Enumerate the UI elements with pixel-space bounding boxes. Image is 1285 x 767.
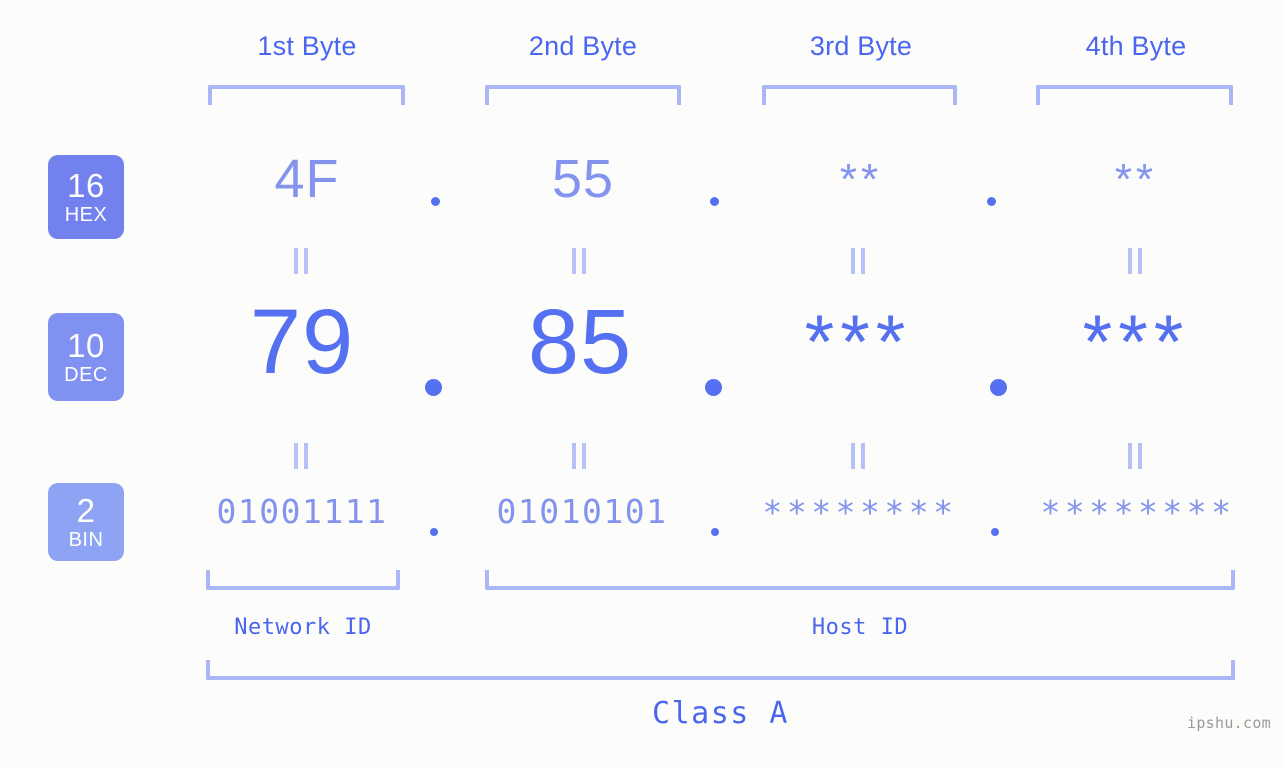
equals-connector-hex-dec-2	[572, 248, 586, 274]
equals-connector-dec-bin-3	[851, 443, 865, 469]
network-id-label: Network ID	[234, 615, 372, 640]
hex-dot-separator-1	[431, 197, 440, 206]
dec-dot-separator-2	[705, 379, 722, 396]
radix-badge-hex-label: HEX	[64, 204, 108, 226]
bin-byte-2: 01010101	[496, 492, 668, 531]
hex-dot-separator-2	[710, 197, 719, 206]
byte-bracket-top-4	[1036, 85, 1233, 105]
radix-badge-bin: 2 BIN	[48, 483, 124, 561]
byte-header-4: 4th Byte	[1085, 31, 1187, 61]
site-watermark: ipshu.com	[1187, 714, 1271, 732]
hex-byte-3: **	[839, 155, 883, 204]
hex-byte-4: **	[1114, 155, 1158, 204]
dec-dot-separator-1	[425, 379, 442, 396]
host-id-label: Host ID	[811, 615, 909, 640]
bin-dot-separator-2	[711, 528, 719, 536]
class-label: Class A	[652, 696, 789, 731]
radix-badge-hex: 16 HEX	[48, 155, 124, 239]
class-bracket	[206, 660, 1235, 680]
radix-badge-hex-number: 16	[67, 167, 105, 204]
bin-byte-1: 01001111	[216, 492, 388, 531]
byte-header-1: 1st Byte	[257, 31, 357, 61]
radix-badge-bin-number: 2	[76, 492, 96, 529]
bin-byte-4: ********	[1040, 493, 1236, 532]
radix-badge-dec-number: 10	[67, 327, 105, 364]
radix-badge-dec-label: DEC	[64, 364, 108, 386]
dec-byte-1: 79	[249, 291, 355, 393]
equals-connector-dec-bin-2	[572, 443, 586, 469]
dec-byte-3: ***	[804, 300, 912, 385]
network-id-bracket	[206, 570, 400, 590]
radix-badge-dec: 10 DEC	[48, 313, 124, 401]
bin-dot-separator-3	[991, 528, 999, 536]
hex-byte-1: 4F	[274, 149, 340, 209]
equals-connector-hex-dec-1	[294, 248, 308, 274]
bin-byte-3: ********	[762, 493, 958, 532]
byte-bracket-top-1	[208, 85, 405, 105]
dec-byte-4: ***	[1082, 300, 1190, 385]
radix-badge-bin-label: BIN	[68, 529, 104, 551]
host-id-bracket	[485, 570, 1235, 590]
equals-connector-hex-dec-4	[1128, 248, 1142, 274]
dec-dot-separator-3	[990, 379, 1007, 396]
byte-bracket-top-2	[485, 85, 681, 105]
equals-connector-hex-dec-3	[851, 248, 865, 274]
equals-connector-dec-bin-4	[1128, 443, 1142, 469]
hex-dot-separator-3	[987, 197, 996, 206]
bin-dot-separator-1	[430, 528, 438, 536]
ip-address-breakdown-diagram: 1st Byte 2nd Byte 3rd Byte 4th Byte 16 H…	[0, 0, 1285, 767]
equals-connector-dec-bin-1	[294, 443, 308, 469]
byte-header-2: 2nd Byte	[528, 31, 638, 61]
dec-byte-2: 85	[527, 291, 633, 393]
byte-bracket-top-3	[762, 85, 957, 105]
byte-header-3: 3rd Byte	[809, 31, 913, 61]
hex-byte-2: 55	[551, 149, 615, 209]
